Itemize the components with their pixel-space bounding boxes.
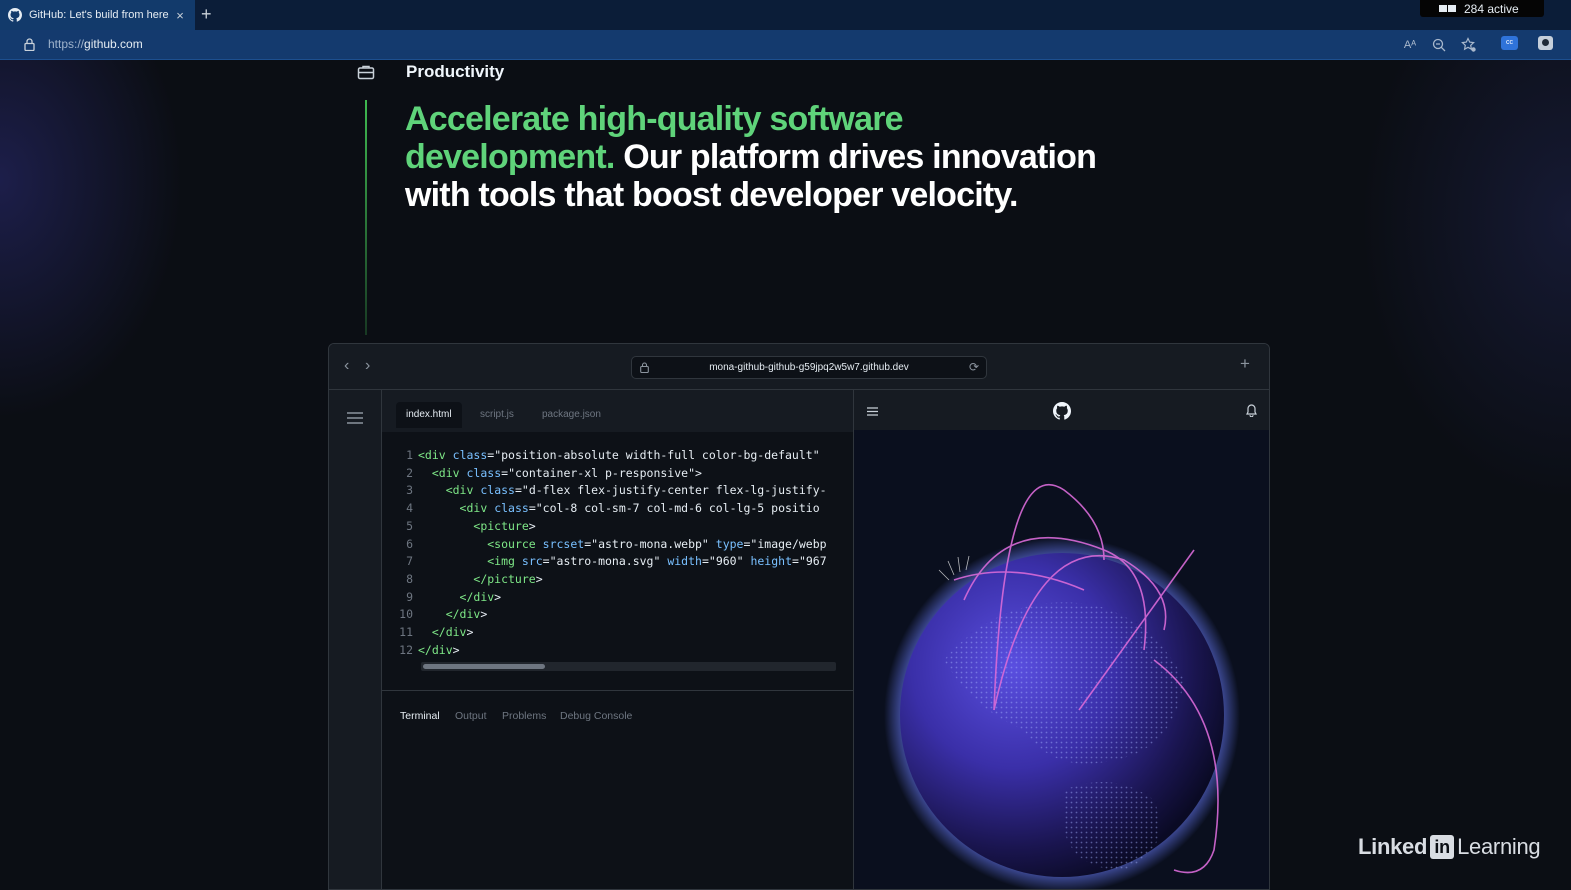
address-bar: https://github.com Aᴬ <box>0 30 1571 60</box>
read-aloud-icon[interactable]: Aᴬ <box>1402 37 1418 53</box>
code-line[interactable]: 10 </div> <box>382 606 827 624</box>
preview-header <box>854 390 1269 430</box>
code-line[interactable]: 8 </picture> <box>382 571 827 589</box>
line-number: 9 <box>406 589 413 604</box>
terminal-panel: Terminal Output Problems Debug Console <box>382 690 853 889</box>
accent-line <box>365 100 367 335</box>
line-text: <div class="col-8 col-sm-7 col-md-6 col-… <box>459 501 820 516</box>
github-logo-icon <box>8 8 22 22</box>
globe-illustration <box>854 430 1269 889</box>
tab-problems[interactable]: Problems <box>502 710 546 722</box>
line-number: 7 <box>406 554 413 569</box>
watermark-linked: Linked <box>1358 834 1428 859</box>
line-text: </div> <box>431 625 474 640</box>
favorites-icon[interactable] <box>1461 37 1477 53</box>
close-tab-icon[interactable]: × <box>173 8 187 23</box>
line-number: 11 <box>399 625 413 640</box>
linkedin-in-logo: in <box>1430 835 1455 859</box>
line-number: 6 <box>406 536 413 551</box>
line-number: 2 <box>406 465 413 480</box>
lock-icon[interactable] <box>24 38 35 51</box>
new-tab-button[interactable]: + <box>201 4 212 24</box>
codespace-toolbar: ‹ › mona-github-github-g59jpq2w5w7.githu… <box>329 344 1269 390</box>
code-viewport: 1 <div class="position-absolute width-ful… <box>382 390 835 690</box>
url-host: github.com <box>84 37 143 51</box>
line-number: 8 <box>406 571 413 586</box>
add-icon[interactable]: + <box>1240 354 1250 374</box>
back-icon[interactable]: ‹ <box>344 357 349 375</box>
codespace-url-field[interactable]: mona-github-github-g59jpq2w5w7.github.de… <box>631 356 987 379</box>
forward-icon[interactable]: › <box>365 357 370 375</box>
line-number: 5 <box>406 518 413 533</box>
activity-bar <box>329 390 382 889</box>
line-number: 10 <box>399 607 413 622</box>
horizontal-scrollbar[interactable] <box>421 662 836 671</box>
section-label: Productivity <box>406 62 505 81</box>
menu-icon[interactable] <box>347 412 363 424</box>
code-line[interactable]: 3 <div class="d-flex flex-justify-center… <box>382 482 827 500</box>
code-line[interactable]: 2 <div class="container-xl p-responsive"… <box>382 465 827 483</box>
codespace-window: ‹ › mona-github-github-g59jpq2w5w7.githu… <box>328 343 1270 890</box>
code-line[interactable]: 7 <img src="astro-mona.svg" width="960" … <box>382 553 827 571</box>
code-line[interactable]: 5 <picture> <box>382 518 827 536</box>
camera-extension-icon[interactable] <box>1538 36 1553 50</box>
active-count: 284 active <box>1464 1 1519 16</box>
code-line[interactable]: 12 </div> <box>382 642 827 660</box>
lock-icon <box>640 362 649 373</box>
line-text: <div class="container-xl p-responsive"> <box>431 465 702 480</box>
line-text: <div class="d-flex flex-justify-center f… <box>445 483 827 498</box>
line-text: </div> <box>445 607 488 622</box>
code-line[interactable]: 9 </div> <box>382 589 827 607</box>
linkedin-learning-watermark: Linked in Learning <box>1358 834 1541 860</box>
code-lines[interactable]: 1 <div class="position-absolute width-ful… <box>382 447 827 659</box>
line-number: 3 <box>406 483 413 498</box>
line-text: </div> <box>418 642 460 657</box>
scrollbar-thumb[interactable] <box>423 664 545 669</box>
browser-tab-strip: GitHub: Let's build from here × + 284 ac… <box>0 0 1571 30</box>
line-text: <div class="position-absolute width-full… <box>418 448 820 462</box>
github-logo-icon[interactable] <box>1053 402 1071 420</box>
tab-debug-console[interactable]: Debug Console <box>560 710 632 722</box>
page-headline: Accelerate high-quality software develop… <box>405 100 1105 214</box>
codespace-url: mona-github-github-g59jpq2w5w7.github.de… <box>709 362 909 373</box>
code-line[interactable]: 1 <div class="position-absolute width-ful… <box>382 447 827 465</box>
url-field[interactable]: https://github.com <box>48 37 143 51</box>
active-viewers-badge: 284 active <box>1420 0 1544 17</box>
line-number: 12 <box>399 642 413 657</box>
site-preview <box>853 390 1269 889</box>
browser-tab-title: GitHub: Let's build from here <box>29 9 169 21</box>
line-text: <img src="astro-mona.svg" width="960" he… <box>487 554 827 569</box>
line-number: 4 <box>406 501 413 516</box>
bell-icon[interactable] <box>1246 404 1257 417</box>
code-line[interactable]: 6 <source srcset="astro-mona.webp" type=… <box>382 536 827 554</box>
watermark-learning: Learning <box>1457 834 1541 859</box>
tab-output[interactable]: Output <box>455 710 487 722</box>
extension-icon[interactable]: cc <box>1501 36 1518 50</box>
people-icon <box>1439 5 1456 12</box>
browser-tab-github[interactable]: GitHub: Let's build from here × <box>0 0 195 30</box>
tab-terminal[interactable]: Terminal <box>400 710 440 722</box>
line-text: <source srcset="astro-mona.webp" type="i… <box>487 536 827 551</box>
line-text: </picture> <box>473 571 543 586</box>
code-editor: index.html script.js package.json 1 <div … <box>382 390 853 690</box>
url-protocol: https:// <box>48 37 85 51</box>
reload-icon[interactable]: ⟳ <box>969 361 979 373</box>
code-line[interactable]: 11 </div> <box>382 624 827 642</box>
briefcase-icon <box>357 65 375 80</box>
zoom-out-icon[interactable] <box>1431 37 1447 53</box>
line-text: <picture> <box>473 518 536 533</box>
code-line[interactable]: 4 <div class="col-8 col-sm-7 col-md-6 co… <box>382 500 827 518</box>
line-number: 1 <box>406 448 413 462</box>
menu-icon[interactable] <box>867 407 878 416</box>
line-text: </div> <box>459 589 502 604</box>
